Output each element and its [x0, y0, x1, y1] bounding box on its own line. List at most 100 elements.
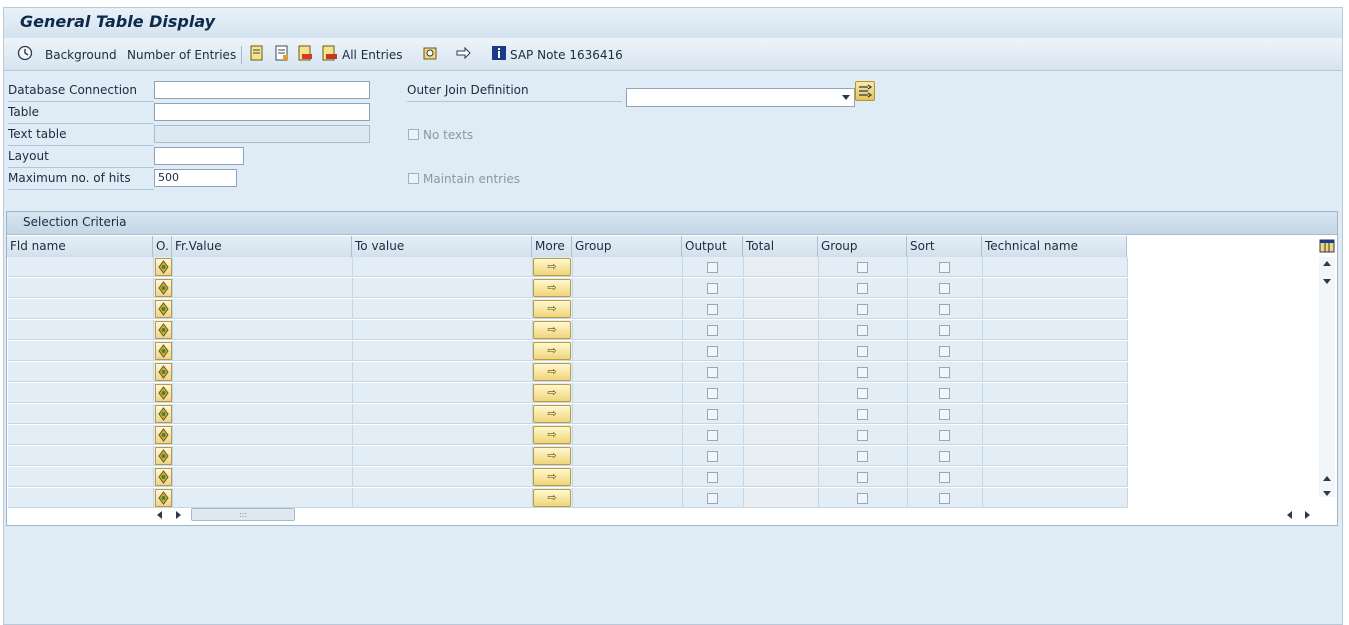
sort-checkbox[interactable]: [939, 451, 950, 462]
sort-checkbox[interactable]: [939, 262, 950, 273]
more-button[interactable]: ⇨: [533, 426, 571, 444]
delete-variant-icon[interactable]: [297, 45, 313, 61]
group2-checkbox[interactable]: [857, 430, 868, 441]
sort-checkbox[interactable]: [939, 304, 950, 315]
navigate-icon[interactable]: [455, 45, 471, 61]
operator-select-icon[interactable]: [155, 363, 172, 381]
output-checkbox[interactable]: [707, 409, 718, 420]
scroll-down-icon[interactable]: [1323, 279, 1331, 284]
cell-to[interactable]: [353, 362, 533, 382]
operator-select-icon[interactable]: [155, 279, 172, 297]
scroll-left-icon[interactable]: [157, 511, 162, 519]
sort-checkbox[interactable]: [939, 430, 950, 441]
output-checkbox[interactable]: [707, 388, 718, 399]
group2-checkbox[interactable]: [857, 409, 868, 420]
operator-select-icon[interactable]: [155, 384, 172, 402]
group2-checkbox[interactable]: [857, 262, 868, 273]
scroll-right-icon[interactable]: [1305, 511, 1310, 519]
cell-to[interactable]: [353, 320, 533, 340]
info-icon[interactable]: [491, 45, 507, 61]
cell-from[interactable]: [173, 257, 353, 277]
cell-to[interactable]: [353, 341, 533, 361]
cell-to[interactable]: [353, 488, 533, 508]
cell-to[interactable]: [353, 467, 533, 487]
more-button[interactable]: ⇨: [533, 363, 571, 381]
cell-from[interactable]: [173, 446, 353, 466]
sort-checkbox[interactable]: [939, 388, 950, 399]
cell-from[interactable]: [173, 362, 353, 382]
cell-from[interactable]: [173, 299, 353, 319]
output-checkbox[interactable]: [707, 346, 718, 357]
more-button[interactable]: ⇨: [533, 447, 571, 465]
col-total[interactable]: Total: [743, 236, 818, 257]
sort-checkbox[interactable]: [939, 409, 950, 420]
col-technical-name[interactable]: Technical name: [982, 236, 1127, 257]
output-checkbox[interactable]: [707, 283, 718, 294]
vertical-scrollbar[interactable]: [1319, 257, 1335, 497]
history-icon[interactable]: [422, 45, 438, 61]
cell-to[interactable]: [353, 446, 533, 466]
sort-checkbox[interactable]: [939, 325, 950, 336]
column-settings-icon[interactable]: [1319, 238, 1335, 254]
db-connection-input[interactable]: [154, 81, 370, 99]
sort-checkbox[interactable]: [939, 367, 950, 378]
more-button[interactable]: ⇨: [533, 384, 571, 402]
col-from-value[interactable]: Fr.Value: [172, 236, 352, 257]
cell-from[interactable]: [173, 383, 353, 403]
more-button[interactable]: ⇨: [533, 468, 571, 486]
group2-checkbox[interactable]: [857, 367, 868, 378]
group2-checkbox[interactable]: [857, 283, 868, 294]
output-checkbox[interactable]: [707, 304, 718, 315]
cell-to[interactable]: [353, 278, 533, 298]
group2-checkbox[interactable]: [857, 304, 868, 315]
max-hits-input[interactable]: 500: [154, 169, 237, 187]
outer-join-define-button[interactable]: [855, 81, 875, 101]
more-button[interactable]: ⇨: [533, 321, 571, 339]
output-checkbox[interactable]: [707, 451, 718, 462]
more-button[interactable]: ⇨: [533, 489, 571, 507]
save-variant-icon[interactable]: [249, 45, 265, 61]
operator-select-icon[interactable]: [155, 426, 172, 444]
operator-select-icon[interactable]: [155, 300, 172, 318]
cell-to[interactable]: [353, 404, 533, 424]
more-button[interactable]: ⇨: [533, 300, 571, 318]
scroll-right-icon[interactable]: [176, 511, 181, 519]
operator-select-icon[interactable]: [155, 447, 172, 465]
group2-checkbox[interactable]: [857, 472, 868, 483]
sort-checkbox[interactable]: [939, 472, 950, 483]
scroll-left-icon[interactable]: [1287, 511, 1292, 519]
scroll-thumb[interactable]: :::: [191, 508, 295, 521]
cell-from[interactable]: [173, 467, 353, 487]
get-variant-icon[interactable]: [274, 45, 290, 61]
sort-checkbox[interactable]: [939, 346, 950, 357]
more-button[interactable]: ⇨: [533, 279, 571, 297]
col-output[interactable]: Output: [682, 236, 743, 257]
scroll-down-icon[interactable]: [1323, 491, 1331, 496]
cell-to[interactable]: [353, 425, 533, 445]
operator-select-icon[interactable]: [155, 321, 172, 339]
clock-execute-icon[interactable]: [17, 45, 33, 61]
output-checkbox[interactable]: [707, 367, 718, 378]
group2-checkbox[interactable]: [857, 388, 868, 399]
group2-checkbox[interactable]: [857, 493, 868, 504]
number-of-entries-button[interactable]: Number of Entries: [127, 46, 236, 64]
all-entries-button[interactable]: All Entries: [342, 46, 403, 64]
col-to-value[interactable]: To value: [352, 236, 532, 257]
cell-to[interactable]: [353, 383, 533, 403]
sort-checkbox[interactable]: [939, 493, 950, 504]
cell-from[interactable]: [173, 341, 353, 361]
cell-from[interactable]: [173, 404, 353, 424]
col-fld-name[interactable]: Fld name: [7, 236, 153, 257]
scroll-up-icon[interactable]: [1323, 476, 1331, 481]
cell-from[interactable]: [173, 320, 353, 340]
col-operator[interactable]: O.: [153, 236, 172, 257]
more-button[interactable]: ⇨: [533, 342, 571, 360]
operator-select-icon[interactable]: [155, 342, 172, 360]
sort-checkbox[interactable]: [939, 283, 950, 294]
group2-checkbox[interactable]: [857, 346, 868, 357]
output-checkbox[interactable]: [707, 493, 718, 504]
cell-from[interactable]: [173, 488, 353, 508]
all-entries-icon[interactable]: [322, 45, 338, 61]
background-button[interactable]: Background: [45, 46, 117, 64]
group2-checkbox[interactable]: [857, 325, 868, 336]
